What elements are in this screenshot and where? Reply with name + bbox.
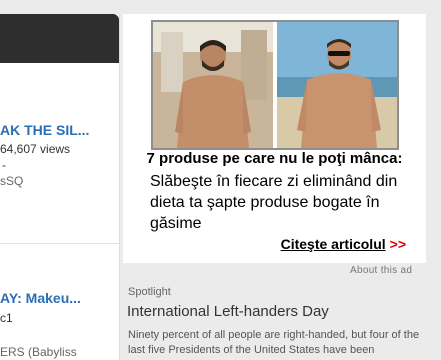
video-dash: - — [2, 158, 6, 172]
video-title[interactable]: AY: Makeu... — [0, 290, 119, 306]
video-channel: ERS (Babyliss — [0, 345, 77, 359]
spotlight-title[interactable]: International Left-handers Day — [127, 303, 329, 320]
ad-body-text[interactable]: Slăbeşte în fiecare zi eliminând din die… — [150, 171, 415, 234]
ad-image[interactable] — [151, 20, 399, 150]
video-meta: c1 — [0, 310, 119, 326]
read-article-label[interactable]: Citeşte articolul — [281, 236, 386, 252]
video-item[interactable]: AK THE SIL... — [0, 122, 119, 138]
video-meta: ERS (Babyliss — [0, 344, 119, 360]
video-title[interactable]: AK THE SIL... — [0, 122, 119, 138]
video-item[interactable]: AY: Makeu... — [0, 290, 119, 306]
video-channel: sSQ — [0, 174, 24, 188]
spotlight-label: Spotlight — [128, 286, 171, 298]
video-views: c1 — [0, 311, 13, 325]
divider — [0, 243, 119, 244]
video-meta: 64,607 views - sSQ — [0, 141, 119, 189]
read-article-link[interactable]: Citeşte articolul >> — [281, 236, 406, 252]
spotlight-description: Ninety percent of all people are right-h… — [128, 329, 420, 356]
column-header-bar — [0, 14, 119, 63]
ad-headline[interactable]: 7 produse pe care nu le poţi mânca: — [129, 150, 420, 167]
advertisement[interactable]: 7 produse pe care nu le poţi mânca: Slăb… — [123, 14, 426, 263]
chevron-right-icon: >> — [389, 236, 406, 252]
about-this-ad-link[interactable]: About this ad — [350, 265, 412, 276]
video-views: 64,607 views — [0, 142, 71, 156]
related-videos-column: AK THE SIL... 64,607 views - sSQ AY: Mak… — [0, 14, 120, 360]
